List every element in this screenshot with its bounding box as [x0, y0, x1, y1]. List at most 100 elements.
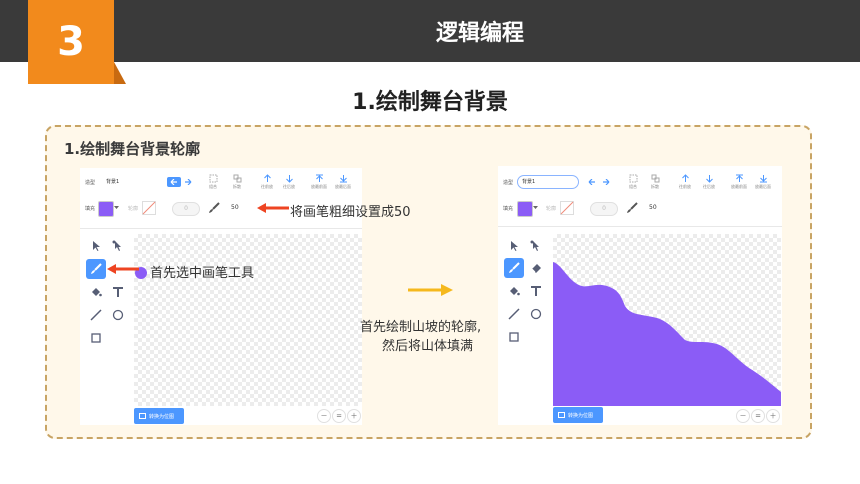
rectangle-tool[interactable]: [86, 328, 106, 348]
circle-tool[interactable]: [526, 304, 546, 324]
section-title: 1.绘制舞台背景: [352, 90, 508, 115]
brush-icon: [209, 202, 220, 213]
undo-icon: [588, 179, 595, 185]
convert-to-bitmap-button[interactable]: 转换为位图: [134, 408, 184, 424]
front-label: 放最前面: [731, 184, 747, 189]
costume-label: 造型: [85, 180, 96, 186]
fill-tool[interactable]: [504, 281, 524, 301]
line-icon: [508, 308, 520, 320]
reshape-icon: [112, 240, 121, 251]
brush-tool[interactable]: [504, 258, 524, 278]
outline-label: 轮廓: [546, 206, 557, 212]
backward-button[interactable]: 往后放: [698, 174, 720, 190]
undo-button[interactable]: [585, 177, 599, 187]
rectangle-icon: [509, 332, 519, 342]
group-label: 组合: [209, 184, 217, 189]
arrow-up-icon: [263, 174, 271, 182]
zoom-in-button[interactable]: ＋: [766, 409, 780, 423]
chevron-down-icon[interactable]: [533, 206, 538, 210]
back-button[interactable]: 放最后面: [332, 174, 354, 190]
brush-size-field[interactable]: 50: [226, 202, 244, 214]
process-line-2: 然后将山体填满: [382, 339, 474, 354]
arrow-bottom-icon: [339, 175, 347, 183]
reshape-icon: [530, 240, 539, 251]
brush-tool[interactable]: [86, 259, 106, 279]
select-brush-note: 首先选中画笔工具: [150, 266, 255, 281]
drawing-canvas[interactable]: [553, 234, 781, 406]
rectangle-tool[interactable]: [504, 327, 524, 347]
pointer-icon: [93, 241, 100, 251]
forward-label: 往前放: [679, 184, 691, 189]
brush-icon: [509, 262, 520, 273]
circle-tool[interactable]: [108, 305, 128, 325]
group-icon: [629, 174, 637, 183]
image-icon: [139, 413, 146, 419]
drawing-canvas[interactable]: [134, 234, 362, 406]
line-tool[interactable]: [504, 304, 524, 324]
group-icon: [209, 174, 217, 183]
ungroup-icon: [651, 174, 659, 183]
select-tool[interactable]: [86, 236, 106, 256]
rectangle-icon: [91, 333, 101, 343]
outline-width-field[interactable]: 0: [172, 202, 200, 216]
fill-color-swatch[interactable]: [98, 201, 114, 217]
convert-to-bitmap-button[interactable]: 转换为位图: [553, 407, 603, 423]
reshape-tool[interactable]: [108, 236, 128, 256]
undo-icon: [170, 179, 177, 185]
arrow-bottom-icon: [759, 175, 767, 183]
front-button[interactable]: 放最前面: [728, 174, 750, 190]
costume-label: 造型: [503, 180, 514, 186]
costume-name-field[interactable]: 背景1: [102, 176, 158, 188]
forward-button[interactable]: 往前放: [256, 174, 278, 190]
redo-button[interactable]: [181, 177, 195, 187]
brush-icon: [91, 263, 102, 274]
outline-width-field[interactable]: 0: [590, 202, 618, 216]
brush-icon: [627, 202, 638, 213]
circle-icon: [530, 308, 542, 320]
convert-label: 转换为位图: [568, 412, 594, 419]
process-note: 首先绘制山坡的轮廓, 然后将山体填满: [360, 318, 500, 356]
chevron-down-icon[interactable]: [114, 206, 119, 210]
text-tool[interactable]: [108, 282, 128, 302]
arrow-top-icon: [315, 174, 323, 182]
fill-color-swatch[interactable]: [517, 201, 533, 217]
badge-fold: [114, 62, 126, 84]
brush-size-note: 将画笔粗细设置成50: [290, 205, 411, 220]
ungroup-button[interactable]: 拆散: [644, 174, 666, 190]
group-button[interactable]: 组合: [202, 174, 224, 190]
undo-button[interactable]: [167, 177, 181, 187]
paint-bucket-icon: [510, 287, 520, 296]
fill-tool[interactable]: [86, 282, 106, 302]
ungroup-button[interactable]: 拆散: [226, 174, 248, 190]
zoom-reset-button[interactable]: =: [332, 409, 346, 423]
zoom-in-button[interactable]: ＋: [347, 409, 361, 423]
paint-editor-right: 造型 背景1 组合 拆散 往前放 往后放 放最前面 放最后面 填充 轮廓 0 5…: [498, 166, 782, 425]
brush-size-field[interactable]: 50: [644, 202, 662, 214]
arrow-down-icon: [705, 175, 713, 183]
redo-icon: [603, 179, 610, 185]
front-button[interactable]: 放最前面: [308, 174, 330, 190]
redo-icon: [185, 179, 192, 185]
fill-label: 填充: [503, 206, 514, 212]
forward-label: 往前放: [261, 184, 273, 189]
text-icon: [531, 286, 541, 296]
header-title: 逻辑编程: [435, 21, 524, 46]
back-button[interactable]: 放最后面: [752, 174, 774, 190]
text-tool[interactable]: [526, 281, 546, 301]
reshape-tool[interactable]: [526, 236, 546, 256]
outline-none-icon[interactable]: [142, 201, 156, 215]
redo-button[interactable]: [599, 177, 613, 187]
zoom-out-button[interactable]: －: [317, 409, 331, 423]
group-button[interactable]: 组合: [622, 174, 644, 190]
zoom-out-button[interactable]: －: [736, 409, 750, 423]
select-tool[interactable]: [504, 236, 524, 256]
outline-label: 轮廓: [128, 206, 139, 212]
zoom-reset-button[interactable]: =: [751, 409, 765, 423]
backward-button[interactable]: 往后放: [278, 174, 300, 190]
eraser-icon: [531, 264, 541, 273]
eraser-tool[interactable]: [526, 258, 546, 278]
costume-name-field[interactable]: 背景1: [517, 175, 579, 189]
outline-none-icon[interactable]: [560, 201, 574, 215]
forward-button[interactable]: 往前放: [674, 174, 696, 190]
line-tool[interactable]: [86, 305, 106, 325]
